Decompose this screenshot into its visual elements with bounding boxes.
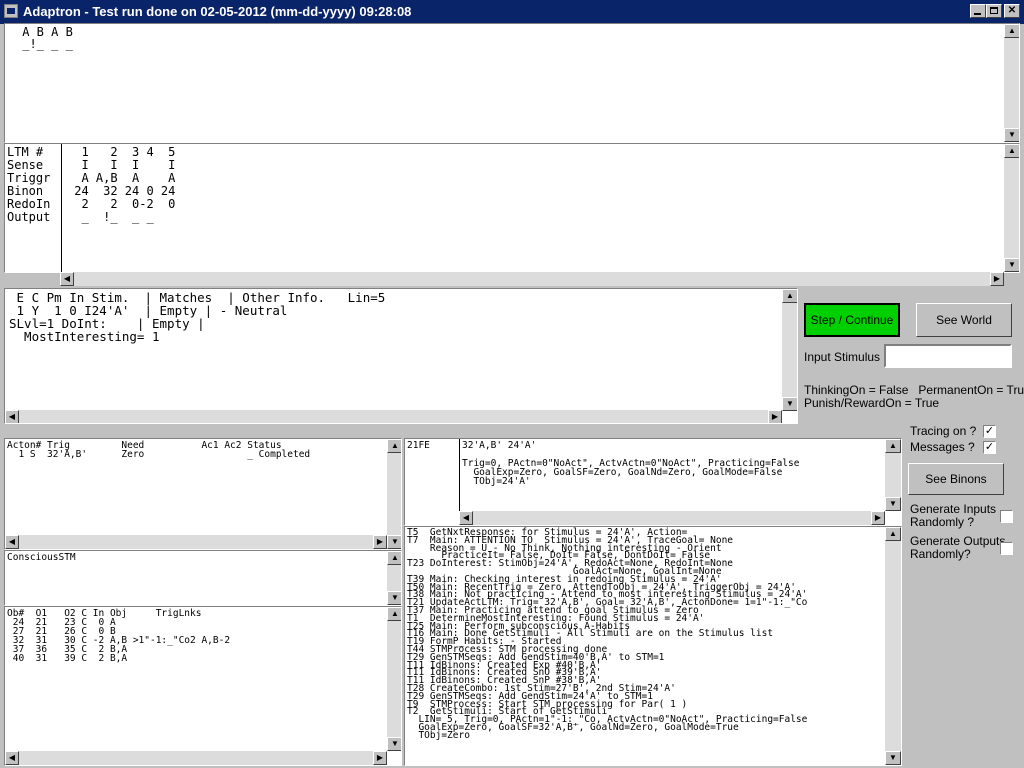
- ltm-labels: LTM # Sense Triggr Binon RedoIn Output: [7, 145, 51, 224]
- scroll-down-arrow-icon[interactable]: ▼: [387, 535, 401, 549]
- conscious-stm-text: ConsciousSTM: [7, 552, 76, 563]
- tracing-label: Tracing on ?: [910, 424, 977, 438]
- conscious-stm-panel: ConsciousSTM ▲ ▼: [4, 550, 402, 606]
- scroll-up-arrow-icon[interactable]: ▲: [1004, 144, 1019, 158]
- fe-label: 21FE: [407, 440, 430, 451]
- minimize-button[interactable]: [970, 4, 986, 18]
- scroll-down-arrow-icon[interactable]: ▼: [387, 737, 401, 751]
- stimulus-vscroll[interactable]: ▲ ▼: [782, 289, 797, 411]
- trace-vscroll[interactable]: ▲ ▼: [885, 527, 901, 765]
- fe-divider: [459, 439, 460, 511]
- title-bar[interactable]: Adaptron - Test run done on 02-05-2012 (…: [0, 0, 1024, 24]
- step-continue-button[interactable]: Step / Continue: [804, 303, 900, 337]
- trace-log-text: T5 GetNxtResponse: for Stimulus = 24'A',…: [407, 527, 808, 741]
- messages-checkbox[interactable]: ✓: [983, 441, 996, 454]
- scroll-left-arrow-icon[interactable]: ◀: [5, 751, 19, 765]
- action-vscroll[interactable]: ▲ ▼: [387, 439, 401, 549]
- object-vscroll[interactable]: ▲ ▼: [387, 607, 401, 751]
- scroll-right-arrow-icon[interactable]: ▶: [768, 410, 782, 423]
- world-view-vscroll[interactable]: ▲ ▼: [1004, 24, 1019, 142]
- close-button[interactable]: ✕: [1004, 4, 1020, 18]
- scroll-down-arrow-icon[interactable]: ▼: [1004, 128, 1019, 142]
- ltm-hscroll[interactable]: ◀ ▶: [60, 272, 1004, 286]
- ltm-values: 1 2 3 4 5 I I I I A A,B A A 24 32 24 0 2…: [74, 145, 176, 224]
- world-view-panel: A B A B _!_ _ _ ▲ ▼: [4, 23, 1020, 143]
- messages-label: Messages ?: [910, 440, 975, 454]
- ltm-divider: [61, 144, 62, 272]
- action-hscroll[interactable]: ◀ ▶: [5, 535, 387, 549]
- fe-text: 32'A,B' 24'A' Trig=0, PActn=0"NoAct", Ac…: [462, 440, 800, 487]
- scroll-down-arrow-icon[interactable]: ▼: [885, 497, 901, 511]
- scroll-down-arrow-icon[interactable]: ▼: [387, 591, 401, 605]
- action-panel: Acton# Trig Need Ac1 Ac2 Status 1 S 32'A…: [4, 438, 402, 550]
- generate-outputs-label: Generate Outputs Randomly?: [910, 534, 1006, 561]
- stimulus-hscroll[interactable]: ◀ ▶: [5, 410, 782, 423]
- fe-panel: 21FE 32'A,B' 24'A' Trig=0, PActn=0"NoAct…: [404, 438, 902, 526]
- scroll-up-arrow-icon[interactable]: ▲: [885, 527, 901, 541]
- object-panel: Ob# O1 O2 C In Obj TrigLnks 24 21 23 C 0…: [4, 606, 402, 766]
- scroll-up-arrow-icon[interactable]: ▲: [387, 551, 401, 565]
- input-stimulus-field[interactable]: [884, 344, 1012, 368]
- status-line-2: Punish/RewardOn = True: [804, 396, 940, 410]
- input-stimulus-label: Input Stimulus :: [804, 350, 887, 364]
- stimulus-text: E C Pm In Stim. | Matches | Other Info. …: [9, 290, 386, 344]
- ltm-vscroll[interactable]: ▲ ▼: [1004, 144, 1019, 272]
- scroll-left-arrow-icon[interactable]: ◀: [5, 410, 19, 423]
- window-title: Adaptron - Test run done on 02-05-2012 (…: [23, 4, 412, 19]
- action-text: Acton# Trig Need Ac1 Ac2 Status 1 S 32'A…: [7, 440, 311, 460]
- ltm-panel: LTM # Sense Triggr Binon RedoIn Output 1…: [4, 143, 1020, 273]
- see-world-button[interactable]: See World: [916, 303, 1012, 337]
- scroll-up-arrow-icon[interactable]: ▲: [885, 439, 901, 453]
- object-text: Ob# O1 O2 C In Obj TrigLnks 24 21 23 C 0…: [7, 608, 231, 664]
- object-hscroll[interactable]: ◀ ▶: [5, 751, 387, 765]
- scroll-right-arrow-icon[interactable]: ▶: [373, 535, 387, 549]
- scroll-left-arrow-icon[interactable]: ◀: [5, 535, 19, 549]
- scroll-up-arrow-icon[interactable]: ▲: [1004, 24, 1019, 38]
- generate-inputs-checkbox[interactable]: [1000, 510, 1013, 523]
- app-icon[interactable]: [4, 4, 18, 18]
- scroll-left-arrow-icon[interactable]: ◀: [459, 511, 473, 525]
- scroll-up-arrow-icon[interactable]: ▲: [387, 607, 401, 621]
- generate-inputs-label: Generate Inputs Randomly ?: [910, 502, 997, 529]
- stimulus-panel: E C Pm In Stim. | Matches | Other Info. …: [4, 288, 798, 424]
- tracing-checkbox[interactable]: ✓: [983, 425, 996, 438]
- fe-vscroll[interactable]: ▲ ▼: [885, 439, 901, 511]
- scroll-down-arrow-icon[interactable]: ▼: [782, 397, 797, 411]
- world-view-text: A B A B _!_ _ _: [22, 25, 73, 51]
- scroll-right-arrow-icon[interactable]: ▶: [871, 511, 885, 525]
- scroll-down-arrow-icon[interactable]: ▼: [885, 751, 901, 765]
- see-binons-button[interactable]: See Binons: [908, 463, 1004, 495]
- scroll-up-arrow-icon[interactable]: ▲: [782, 289, 797, 303]
- conscious-vscroll[interactable]: ▲ ▼: [387, 551, 401, 605]
- generate-outputs-checkbox[interactable]: [1000, 542, 1013, 555]
- scroll-up-arrow-icon[interactable]: ▲: [387, 439, 401, 453]
- scroll-right-arrow-icon[interactable]: ▶: [990, 272, 1004, 286]
- maximize-button[interactable]: [986, 4, 1002, 18]
- scroll-left-arrow-icon[interactable]: ◀: [60, 272, 74, 286]
- scroll-right-arrow-icon[interactable]: ▶: [373, 751, 387, 765]
- trace-log-panel: T5 GetNxtResponse: for Stimulus = 24'A',…: [404, 526, 902, 766]
- fe-hscroll[interactable]: ◀ ▶: [459, 511, 885, 525]
- scroll-down-arrow-icon[interactable]: ▼: [1004, 258, 1019, 272]
